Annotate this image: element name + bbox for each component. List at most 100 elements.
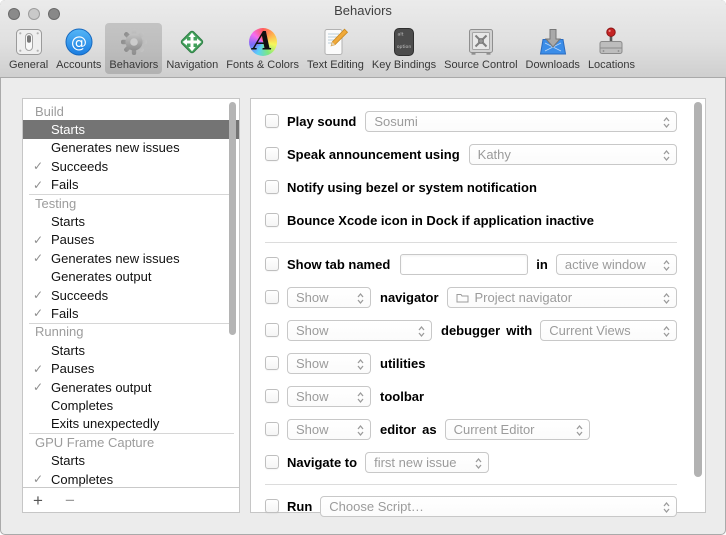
tab-general[interactable]: General	[5, 23, 52, 74]
safe-icon	[466, 25, 496, 59]
editor-show-select[interactable]: Show	[287, 419, 371, 440]
navigator-type-select[interactable]: Project navigator	[447, 287, 677, 308]
sidebar-item-label: Build	[35, 104, 64, 119]
run-script-select[interactable]: Choose Script…	[320, 496, 677, 517]
folder-icon	[456, 292, 469, 303]
tab-label: Source Control	[444, 59, 517, 71]
sidebar-behavior-item[interactable]: Generates new issues	[23, 139, 239, 157]
bounce-dock-checkbox[interactable]	[265, 213, 279, 227]
zoom-button[interactable]	[48, 8, 60, 20]
sidebar-behavior-item[interactable]: ✓Completes	[23, 470, 239, 487]
tab-name-field[interactable]	[400, 254, 528, 275]
stepper-icon	[662, 292, 671, 305]
speak-announcement-checkbox[interactable]	[265, 147, 279, 161]
show-tab-checkbox[interactable]	[265, 257, 279, 271]
tab-label: Locations	[588, 59, 635, 71]
section-divider	[265, 242, 677, 243]
notify-checkbox[interactable]	[265, 180, 279, 194]
tab-key-bindings[interactable]: alt option Key Bindings	[368, 23, 440, 74]
utilities-checkbox[interactable]	[265, 356, 279, 370]
toolbar-checkbox[interactable]	[265, 389, 279, 403]
sidebar-behavior-item[interactable]: ✓Fails	[23, 176, 239, 194]
notify-row: Notify using bezel or system notificatio…	[265, 176, 677, 198]
navigation-arrows-icon	[177, 25, 207, 59]
svg-text:option: option	[397, 44, 412, 50]
tab-locations[interactable]: Locations	[584, 23, 639, 74]
tab-source-control[interactable]: Source Control	[440, 23, 521, 74]
tab-label: Fonts & Colors	[226, 59, 299, 71]
sidebar-behavior-item[interactable]: ✓Pauses	[23, 231, 239, 249]
sidebar-scrollbar[interactable]	[229, 102, 236, 335]
remove-behavior-button[interactable]: −	[65, 492, 75, 509]
speak-voice-select[interactable]: Kathy	[469, 144, 677, 165]
sidebar-item-label: Testing	[35, 196, 76, 211]
close-button[interactable]	[8, 8, 20, 20]
tab-behaviors[interactable]: Behaviors	[105, 23, 162, 74]
navigate-to-checkbox[interactable]	[265, 455, 279, 469]
play-sound-row: Play sound Sosumi	[265, 110, 677, 132]
preferences-toolbar: General @ Accounts	[0, 21, 726, 74]
sidebar-behavior-item[interactable]: ✓Generates output	[23, 378, 239, 396]
main-scrollbar[interactable]	[694, 102, 702, 477]
sidebar-section-header: Testing	[23, 194, 239, 212]
debugger-view-select[interactable]: Current Views	[540, 320, 677, 341]
toolbar-row: Show toolbar	[265, 385, 677, 407]
tab-navigation[interactable]: Navigation	[162, 23, 222, 74]
navigate-to-row: Navigate to first new issue	[265, 451, 677, 473]
sidebar-behavior-item[interactable]: ✓Succeeds	[23, 286, 239, 304]
window-chrome: Behaviors General	[0, 0, 726, 78]
checkmark-icon: ✓	[33, 233, 51, 247]
sidebar-behavior-item[interactable]: Completes	[23, 396, 239, 414]
stepper-icon	[356, 391, 365, 404]
sidebar-behavior-item[interactable]: ✓Generates new issues	[23, 249, 239, 267]
utilities-row: Show utilities	[265, 352, 677, 374]
editor-mode-select[interactable]: Current Editor	[445, 419, 590, 440]
sidebar-behavior-item[interactable]: Starts	[23, 212, 239, 230]
tab-downloads[interactable]: Downloads	[522, 23, 584, 74]
debugger-checkbox[interactable]	[265, 323, 279, 337]
download-arrow-icon	[538, 25, 568, 59]
tab-window-select[interactable]: active window	[556, 254, 677, 275]
sidebar-section-header: GPU Frame Capture	[23, 433, 239, 451]
sidebar-item-label: GPU Frame Capture	[35, 435, 154, 450]
toolbar-show-select[interactable]: Show	[287, 386, 371, 407]
sidebar-item-label: Starts	[51, 453, 85, 468]
navigate-to-select[interactable]: first new issue	[365, 452, 489, 473]
sidebar-behavior-item[interactable]: ✓Fails	[23, 304, 239, 322]
sidebar-behavior-item[interactable]: Starts	[23, 341, 239, 359]
sidebar-behavior-item[interactable]: ✓Pauses	[23, 359, 239, 377]
sidebar-item-label: Generates output	[51, 380, 151, 395]
sidebar-behavior-item[interactable]: Generates output	[23, 268, 239, 286]
sidebar-behavior-item[interactable]: Exits unexpectedly	[23, 415, 239, 433]
stepper-icon	[662, 325, 671, 338]
play-sound-select[interactable]: Sosumi	[365, 111, 677, 132]
titlebar[interactable]: Behaviors	[0, 0, 726, 21]
navigator-checkbox[interactable]	[265, 290, 279, 304]
sidebar-item-label: Completes	[51, 472, 113, 487]
tab-accounts[interactable]: @ Accounts	[52, 23, 105, 74]
utilities-show-select[interactable]: Show	[287, 353, 371, 374]
play-sound-checkbox[interactable]	[265, 114, 279, 128]
sidebar-item-label: Starts	[51, 122, 85, 137]
editor-checkbox[interactable]	[265, 422, 279, 436]
run-script-checkbox[interactable]	[265, 499, 279, 513]
svg-text:@: @	[71, 33, 87, 52]
sidebar-item-label: Running	[35, 324, 83, 339]
checkmark-icon: ✓	[33, 251, 51, 265]
sidebar-behavior-item[interactable]: Starts	[23, 451, 239, 469]
sidebar-behavior-item[interactable]: Starts	[23, 120, 239, 138]
minimize-button[interactable]	[28, 8, 40, 20]
gear-icon	[119, 25, 149, 59]
tab-text-editing[interactable]: Text Editing	[303, 23, 368, 74]
checkmark-icon: ✓	[33, 362, 51, 376]
tab-label: Navigation	[166, 59, 218, 71]
sidebar-section-header: Running	[23, 323, 239, 341]
sidebar-item-label: Exits unexpectedly	[51, 416, 159, 431]
add-behavior-button[interactable]: +	[33, 492, 43, 509]
tab-label: Downloads	[526, 59, 580, 71]
debugger-show-select[interactable]: Show	[287, 320, 432, 341]
navigator-show-select[interactable]: Show	[287, 287, 371, 308]
tab-fonts-colors[interactable]: A Fonts & Colors	[222, 23, 303, 74]
sidebar-behavior-item[interactable]: ✓Succeeds	[23, 157, 239, 175]
stepper-icon	[356, 292, 365, 305]
